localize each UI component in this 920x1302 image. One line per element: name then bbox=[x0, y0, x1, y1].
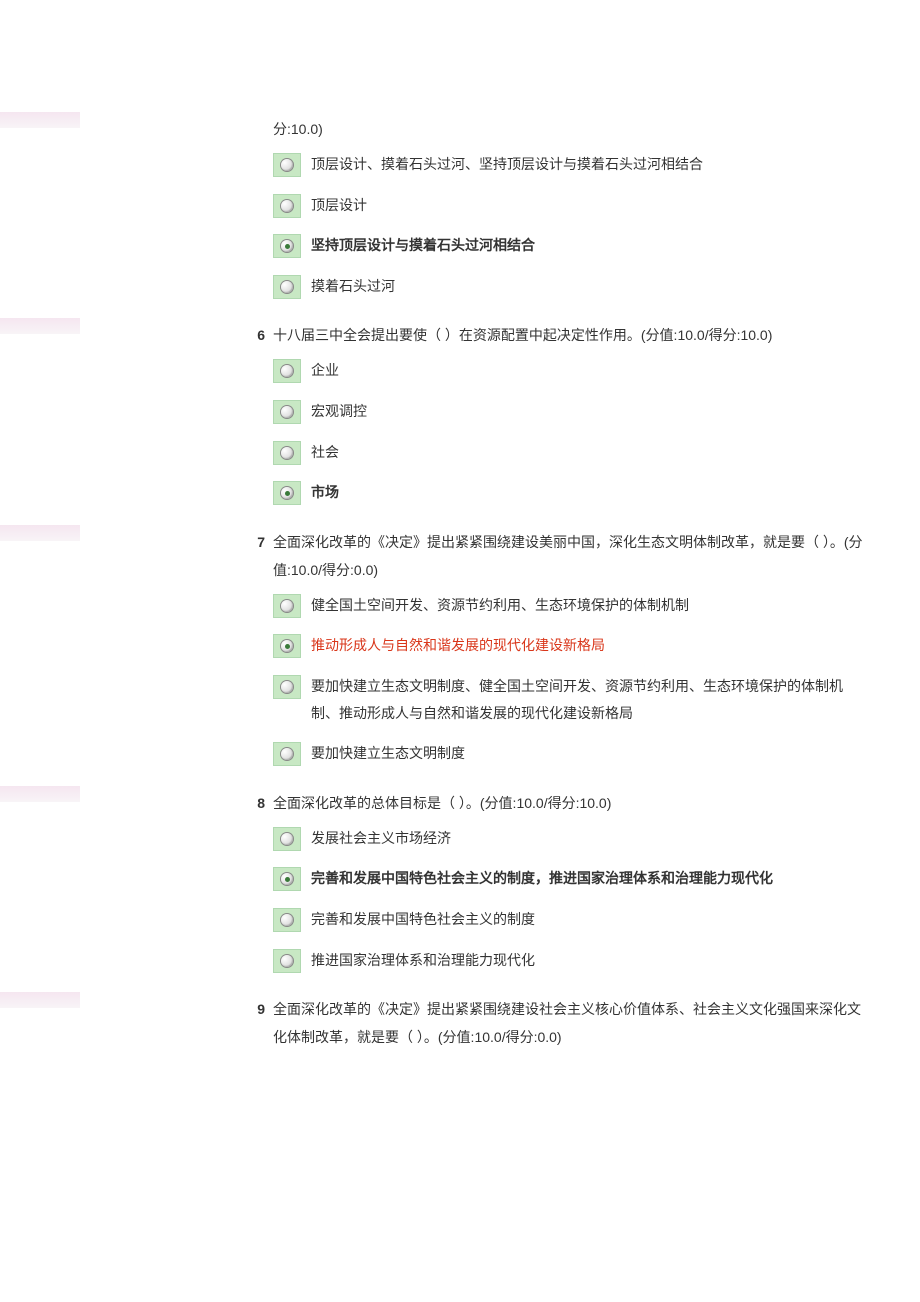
radio-icon[interactable] bbox=[273, 867, 301, 891]
radio-icon[interactable] bbox=[273, 153, 301, 177]
option[interactable]: 市场 bbox=[273, 479, 870, 506]
row-header-bg bbox=[0, 525, 80, 541]
option[interactable]: 企业 bbox=[273, 357, 870, 384]
row-header-bg bbox=[0, 786, 80, 802]
radio-icon[interactable] bbox=[273, 275, 301, 299]
radio-icon[interactable] bbox=[273, 908, 301, 932]
row-header-bg bbox=[0, 992, 80, 1008]
question: 8全面深化改革的总体目标是（ ）。(分值:10.0/得分:10.0) 发展社会主义… bbox=[170, 789, 870, 987]
option-text: 摸着石头过河 bbox=[311, 273, 870, 300]
row-header-bg bbox=[0, 112, 80, 128]
question-number: 9 bbox=[170, 995, 273, 1023]
question-stem: 十八届三中全会提出要使（ ）在资源配置中起决定性作用。(分值:10.0/得分:1… bbox=[273, 321, 870, 349]
options: 企业宏观调控社会市场 bbox=[273, 357, 870, 505]
option-text: 要加快建立生态文明制度、健全国土空间开发、资源节约利用、生态环境保护的体制机制、… bbox=[311, 673, 870, 726]
option[interactable]: 顶层设计 bbox=[273, 192, 870, 219]
radio-icon[interactable] bbox=[273, 400, 301, 424]
radio-icon[interactable] bbox=[273, 194, 301, 218]
option-text: 要加快建立生态文明制度 bbox=[311, 740, 870, 767]
question: 9全面深化改革的《决定》提出紧紧围绕建设社会主义核心价值体系、社会主义文化强国来… bbox=[170, 995, 870, 1057]
options: 顶层设计、摸着石头过河、坚持顶层设计与摸着石头过河相结合顶层设计坚持顶层设计与摸… bbox=[273, 151, 870, 299]
option-text: 推进国家治理体系和治理能力现代化 bbox=[311, 947, 870, 974]
option[interactable]: 社会 bbox=[273, 439, 870, 466]
option[interactable]: 顶层设计、摸着石头过河、坚持顶层设计与摸着石头过河相结合 bbox=[273, 151, 870, 178]
option-text: 推动形成人与自然和谐发展的现代化建设新格局 bbox=[311, 632, 870, 659]
option[interactable]: 推进国家治理体系和治理能力现代化 bbox=[273, 947, 870, 974]
option[interactable]: 健全国土空间开发、资源节约利用、生态环境保护的体制机制 bbox=[273, 592, 870, 619]
option[interactable]: 推动形成人与自然和谐发展的现代化建设新格局 bbox=[273, 632, 870, 659]
option[interactable]: 完善和发展中国特色社会主义的制度 bbox=[273, 906, 870, 933]
radio-icon[interactable] bbox=[273, 481, 301, 505]
question-stem: 分:10.0) bbox=[273, 115, 870, 143]
radio-icon[interactable] bbox=[273, 827, 301, 851]
option[interactable]: 完善和发展中国特色社会主义的制度，推进国家治理体系和治理能力现代化 bbox=[273, 865, 870, 892]
option-text: 顶层设计 bbox=[311, 192, 870, 219]
option-text: 坚持顶层设计与摸着石头过河相结合 bbox=[311, 232, 870, 259]
radio-icon[interactable] bbox=[273, 359, 301, 383]
option-text: 完善和发展中国特色社会主义的制度，推进国家治理体系和治理能力现代化 bbox=[311, 865, 870, 892]
question: 6十八届三中全会提出要使（ ）在资源配置中起决定性作用。(分值:10.0/得分:… bbox=[170, 321, 870, 519]
option-text: 健全国土空间开发、资源节约利用、生态环境保护的体制机制 bbox=[311, 592, 870, 619]
option-text: 企业 bbox=[311, 357, 870, 384]
radio-icon[interactable] bbox=[273, 742, 301, 766]
option[interactable]: 要加快建立生态文明制度、健全国土空间开发、资源节约利用、生态环境保护的体制机制、… bbox=[273, 673, 870, 726]
radio-icon[interactable] bbox=[273, 949, 301, 973]
option-text: 完善和发展中国特色社会主义的制度 bbox=[311, 906, 870, 933]
row-header-bg bbox=[0, 318, 80, 334]
option-text: 社会 bbox=[311, 439, 870, 466]
options: 发展社会主义市场经济完善和发展中国特色社会主义的制度，推进国家治理体系和治理能力… bbox=[273, 825, 870, 973]
option[interactable]: 宏观调控 bbox=[273, 398, 870, 425]
option[interactable]: 坚持顶层设计与摸着石头过河相结合 bbox=[273, 232, 870, 259]
option-text: 发展社会主义市场经济 bbox=[311, 825, 870, 852]
option[interactable]: 要加快建立生态文明制度 bbox=[273, 740, 870, 767]
option-text: 宏观调控 bbox=[311, 398, 870, 425]
question-stem: 全面深化改革的《决定》提出紧紧围绕建设社会主义核心价值体系、社会主义文化强国来深… bbox=[273, 995, 870, 1051]
option[interactable]: 摸着石头过河 bbox=[273, 273, 870, 300]
option-text: 顶层设计、摸着石头过河、坚持顶层设计与摸着石头过河相结合 bbox=[311, 151, 870, 178]
question-number: 6 bbox=[170, 321, 273, 349]
option-text: 市场 bbox=[311, 479, 870, 506]
question-stem: 全面深化改革的总体目标是（ ）。(分值:10.0/得分:10.0) bbox=[273, 789, 870, 817]
radio-icon[interactable] bbox=[273, 594, 301, 618]
options: 健全国土空间开发、资源节约利用、生态环境保护的体制机制推动形成人与自然和谐发展的… bbox=[273, 592, 870, 767]
question: 分:10.0) 顶层设计、摸着石头过河、坚持顶层设计与摸着石头过河相结合顶层设计坚… bbox=[170, 115, 870, 313]
question-stem: 全面深化改革的《决定》提出紧紧围绕建设美丽中国，深化生态文明体制改革，就是要（ … bbox=[273, 528, 870, 584]
option[interactable]: 发展社会主义市场经济 bbox=[273, 825, 870, 852]
radio-icon[interactable] bbox=[273, 675, 301, 699]
question-number: 8 bbox=[170, 789, 273, 817]
radio-icon[interactable] bbox=[273, 634, 301, 658]
radio-icon[interactable] bbox=[273, 441, 301, 465]
question-number: 7 bbox=[170, 528, 273, 556]
question: 7全面深化改革的《决定》提出紧紧围绕建设美丽中国，深化生态文明体制改革，就是要（… bbox=[170, 528, 870, 781]
radio-icon[interactable] bbox=[273, 234, 301, 258]
